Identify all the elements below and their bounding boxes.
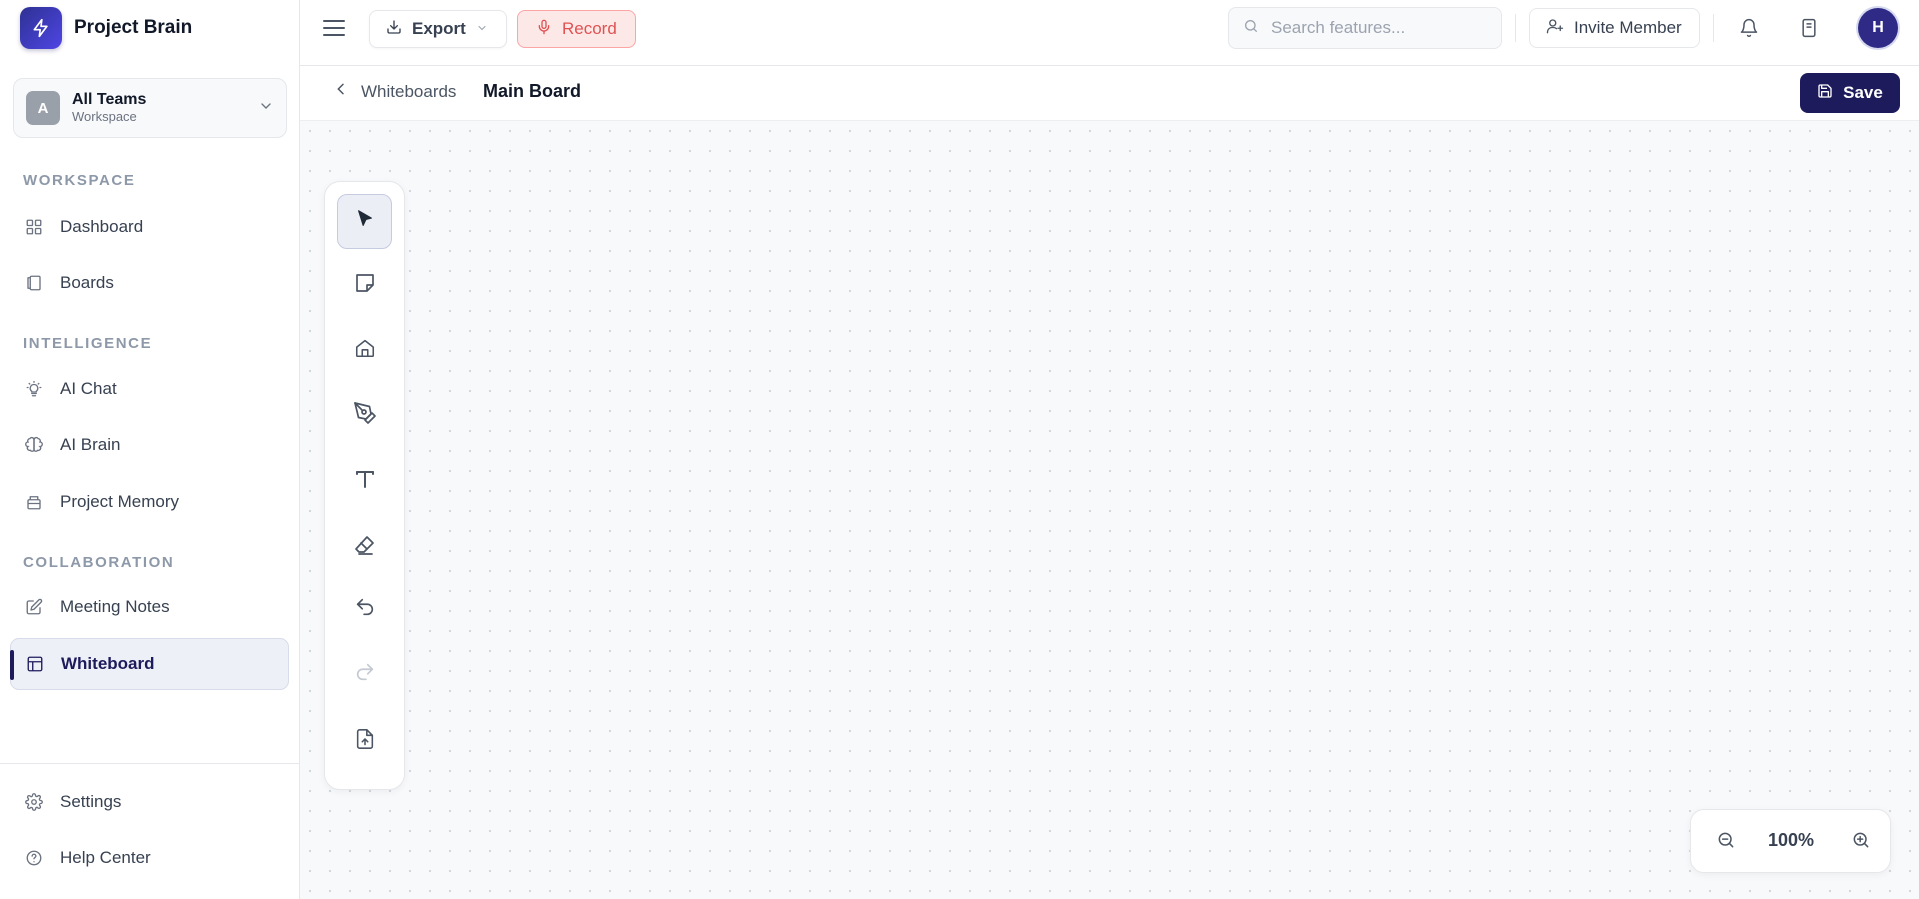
- zoom-control: 100%: [1690, 809, 1891, 873]
- workspace-selector[interactable]: A All Teams Workspace: [13, 78, 287, 138]
- workspace-name: All Teams: [72, 91, 147, 108]
- undo-icon: [354, 596, 376, 623]
- zoom-out-icon: [1716, 830, 1736, 855]
- zoom-out-button[interactable]: [1711, 827, 1741, 857]
- lightbulb-icon: [24, 379, 44, 399]
- app-root: Project Brain A All Teams Workspace WORK…: [0, 0, 1919, 899]
- menu-icon[interactable]: [320, 16, 348, 40]
- export-label: Export: [412, 19, 466, 38]
- invite-member-label: Invite Member: [1574, 18, 1682, 37]
- sidebar-item-label: Settings: [60, 792, 122, 811]
- cursor-icon: [354, 208, 376, 235]
- zoom-level: 100%: [1767, 830, 1815, 850]
- zoom-in-icon: [1851, 830, 1871, 855]
- select-tool[interactable]: [337, 194, 392, 249]
- chevron-down-icon: [476, 19, 488, 39]
- pen-tool-icon: [353, 401, 377, 430]
- workspace-text: All Teams Workspace: [72, 91, 258, 125]
- bell-icon[interactable]: [1734, 13, 1764, 43]
- save-icon: [1817, 83, 1833, 104]
- export-button[interactable]: Export: [369, 10, 507, 48]
- layout-icon: [25, 654, 45, 674]
- sidebar-item-label: Dashboard: [60, 217, 144, 236]
- search-box: [1228, 7, 1502, 49]
- sidebar-item-label: Boards: [60, 273, 114, 292]
- board-header: Whiteboards Main Board Save: [300, 67, 1919, 121]
- user-avatar[interactable]: H: [1858, 8, 1898, 48]
- sidebar-item-settings[interactable]: Settings: [10, 776, 289, 828]
- file-upload-icon: [354, 728, 376, 755]
- redo-button[interactable]: [337, 647, 392, 702]
- sidebar-item-label: AI Brain: [60, 435, 121, 454]
- sidebar-item-label: Project Memory: [60, 492, 180, 511]
- lightning-icon: [20, 7, 62, 49]
- archive-icon: [24, 492, 44, 512]
- save-label: Save: [1843, 83, 1883, 102]
- header-divider: [1713, 14, 1714, 42]
- text-tool[interactable]: [337, 454, 392, 509]
- zoom-in-button[interactable]: [1846, 827, 1876, 857]
- breadcrumb-label: Whiteboards: [361, 81, 457, 101]
- microphone-icon: [536, 19, 552, 40]
- gear-icon: [24, 792, 44, 812]
- invite-member-button[interactable]: Invite Member: [1529, 8, 1700, 48]
- sticky-note-tool[interactable]: [337, 258, 392, 313]
- sticky-note-icon: [353, 271, 377, 300]
- eraser-tool[interactable]: [337, 520, 392, 575]
- search-icon: [1243, 18, 1259, 39]
- whiteboard-canvas[interactable]: [300, 121, 1919, 899]
- sidebar-item-ai-brain[interactable]: AI Brain: [10, 419, 289, 471]
- save-button[interactable]: Save: [1800, 73, 1900, 113]
- sidebar-item-dashboard[interactable]: Dashboard: [10, 201, 289, 253]
- brain-icon: [24, 435, 44, 455]
- download-icon: [386, 19, 402, 40]
- user-plus-icon: [1546, 17, 1564, 40]
- sidebar-item-whiteboard[interactable]: Whiteboard: [10, 638, 289, 690]
- shape-tool[interactable]: [337, 323, 392, 378]
- top-bar: Export Record Invite Member: [300, 0, 1919, 66]
- sidebar-item-meeting-notes[interactable]: Meeting Notes: [10, 581, 289, 633]
- home-icon: [354, 337, 376, 364]
- pen-tool[interactable]: [337, 388, 392, 443]
- sidebar-item-boards[interactable]: Boards: [10, 257, 289, 309]
- sidebar-item-label: AI Chat: [60, 379, 117, 398]
- sidebar-item-help-center[interactable]: Help Center: [10, 832, 289, 884]
- section-label-collaboration: COLLABORATION: [23, 554, 175, 571]
- grid-icon: [24, 217, 44, 237]
- sidebar: Project Brain A All Teams Workspace WORK…: [0, 0, 300, 899]
- notebook-icon[interactable]: [1794, 13, 1824, 43]
- section-label-intelligence: INTELLIGENCE: [23, 335, 153, 352]
- eraser-icon: [353, 533, 377, 562]
- back-to-whiteboards-link[interactable]: Whiteboards: [333, 81, 456, 102]
- brand[interactable]: Project Brain: [20, 7, 193, 49]
- chevron-left-icon: [333, 81, 349, 102]
- tool-palette: [324, 181, 405, 790]
- workspace-avatar: A: [26, 91, 60, 125]
- edit-icon: [24, 597, 44, 617]
- header-divider: [1515, 14, 1516, 42]
- app-name: Project Brain: [74, 17, 193, 38]
- sidebar-item-label: Whiteboard: [61, 654, 155, 673]
- undo-button[interactable]: [337, 582, 392, 637]
- record-label: Record: [562, 19, 617, 38]
- book-icon: [24, 273, 44, 293]
- sidebar-item-label: Meeting Notes: [60, 597, 170, 616]
- chevron-down-icon: [258, 98, 274, 119]
- section-label-workspace: WORKSPACE: [23, 172, 136, 189]
- sidebar-item-ai-chat[interactable]: AI Chat: [10, 363, 289, 415]
- workspace-subtitle: Workspace: [72, 109, 137, 124]
- sidebar-divider: [0, 763, 300, 764]
- search-input[interactable]: [1271, 18, 1481, 38]
- upload-button[interactable]: [337, 714, 392, 769]
- record-button[interactable]: Record: [517, 10, 636, 48]
- redo-icon: [354, 661, 376, 688]
- help-circle-icon: [24, 848, 44, 868]
- page-title: Main Board: [483, 81, 582, 101]
- text-icon: [353, 467, 377, 496]
- sidebar-item-project-memory[interactable]: Project Memory: [10, 476, 289, 528]
- sidebar-item-label: Help Center: [60, 848, 151, 867]
